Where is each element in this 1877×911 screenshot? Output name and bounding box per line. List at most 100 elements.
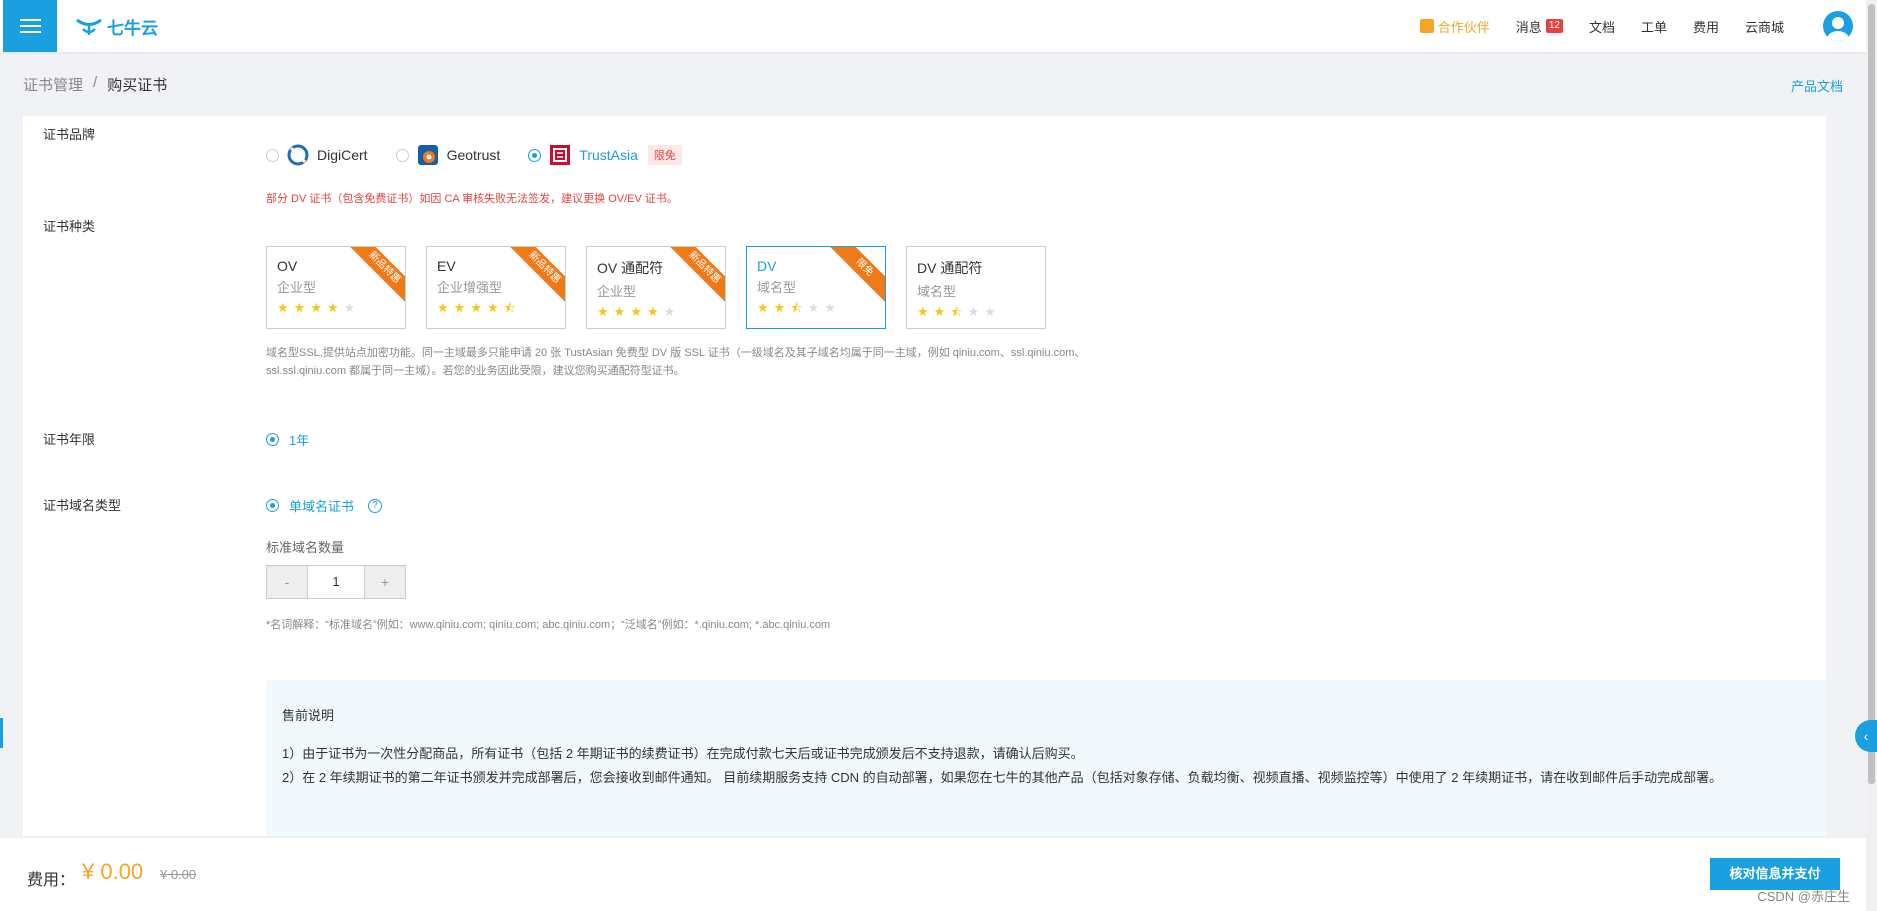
brand-warning: 部分 DV 证书（包含免费证书）如因 CA 审核失败无法签发，建议更换 OV/E… bbox=[266, 193, 678, 205]
fee-original: ¥ 0.00 bbox=[160, 867, 197, 882]
star-full-icon: ★ bbox=[310, 300, 322, 315]
nav-ticket[interactable]: 工单 bbox=[1628, 17, 1680, 36]
domain-qty-label: 标准域名数量 bbox=[266, 540, 345, 555]
star-full-icon: ★ bbox=[293, 300, 306, 315]
star-full-icon: ★ bbox=[933, 304, 946, 319]
brand-name-geotrust: Geotrust bbox=[446, 147, 501, 163]
star-full-icon: ★ bbox=[277, 300, 289, 315]
radio-selected[interactable] bbox=[266, 433, 279, 446]
fee-label: 费用： bbox=[27, 872, 76, 889]
message-count-badge: 12 bbox=[1545, 19, 1563, 33]
cert-type-name: DV 通配符 bbox=[917, 260, 983, 276]
nav-partner[interactable]: 合作伙伴 bbox=[1407, 17, 1503, 36]
scrollbar[interactable] bbox=[1866, 0, 1877, 911]
brand-option-geotrust[interactable]: Geotrust bbox=[395, 144, 501, 166]
star-full-icon: ★ bbox=[470, 300, 482, 315]
purchase-form-card: 证书品牌 DigiCert Geotrust TrustAsia 限免 部分 D… bbox=[23, 116, 1826, 836]
cert-type-ov[interactable]: OV 企业型 ★ ★ ★ ★ ★ 新品特惠 bbox=[266, 246, 406, 329]
rating-stars: ★ ★ ★ ★ ⯪ bbox=[437, 301, 555, 314]
star-empty-icon: ★ bbox=[967, 304, 980, 319]
brand-name-trustasia: TrustAsia bbox=[579, 147, 638, 163]
nav-partner-label: 合作伙伴 bbox=[1437, 19, 1490, 35]
nav-billing[interactable]: 费用 bbox=[1680, 17, 1732, 36]
rating-stars: ★ ★ ⯪ ★ ★ bbox=[917, 305, 1035, 318]
domain-type-label: 证书域名类型 bbox=[43, 498, 122, 513]
star-full-icon: ★ bbox=[437, 300, 449, 315]
cert-type-options: OV 企业型 ★ ★ ★ ★ ★ 新品特惠 EV 企业增强型 ★ ★ ★ ★ ⯪ 新品特惠 OV… bbox=[266, 246, 1046, 329]
domain-type-value: 单域名证书 bbox=[289, 499, 355, 514]
radio-selected[interactable] bbox=[528, 148, 542, 162]
decrement-button[interactable]: - bbox=[267, 566, 307, 598]
brand-option-digicert[interactable]: DigiCert bbox=[266, 144, 368, 166]
cert-type-ev[interactable]: EV 企业增强型 ★ ★ ★ ★ ⯪ 新品特惠 bbox=[426, 246, 566, 329]
cert-type-dv[interactable]: DV 域名型 ★ ★ ⯪ ★ ★ 限免 bbox=[746, 246, 886, 329]
year-option[interactable]: 1年 bbox=[266, 430, 309, 449]
radio[interactable] bbox=[266, 148, 279, 162]
rating-stars: ★ ★ ★ ★ ★ bbox=[277, 301, 395, 314]
rating-stars: ★ ★ ★ ★ ★ bbox=[597, 305, 715, 318]
radio[interactable] bbox=[395, 148, 409, 162]
domain-type-option[interactable]: 单域名证书 ? bbox=[266, 496, 383, 515]
cert-type-sub: 域名型 bbox=[757, 280, 797, 295]
top-nav: 七牛云 合作伙伴 消息 12 文档 工单 费用 云商城 bbox=[0, 0, 1877, 52]
cert-type-description: 域名型SSL,提供站点加密功能。同一主域最多只能申请 20 张 TustAsia… bbox=[266, 347, 1086, 377]
year-value: 1年 bbox=[289, 433, 310, 448]
cert-type-ov-wildcard[interactable]: OV 通配符 企业型 ★ ★ ★ ★ ★ 新品特惠 bbox=[586, 246, 726, 329]
star-half-icon: ⯪ bbox=[503, 300, 516, 315]
watermark: CSDN @赤庄生 bbox=[1757, 889, 1850, 904]
product-docs-link[interactable]: 产品文档 bbox=[1791, 76, 1843, 95]
star-empty-icon: ★ bbox=[807, 300, 820, 315]
brand-name: 七牛云 bbox=[107, 19, 158, 38]
brand-label: 证书品牌 bbox=[43, 127, 96, 142]
qiniu-logo-icon bbox=[76, 18, 102, 35]
star-full-icon: ★ bbox=[917, 304, 929, 319]
brand-name-digicert: DigiCert bbox=[317, 147, 368, 163]
avatar[interactable] bbox=[1823, 11, 1853, 41]
nav-docs[interactable]: 文档 bbox=[1576, 17, 1628, 36]
fee-value: ¥ 0.00 bbox=[82, 859, 144, 884]
presale-title: 售前说明 bbox=[282, 708, 335, 723]
logo[interactable]: 七牛云 bbox=[75, 14, 158, 39]
digicert-logo-icon bbox=[287, 144, 309, 166]
qty-input[interactable]: 1 bbox=[307, 566, 365, 598]
cert-type-dv-wildcard[interactable]: DV 通配符 域名型 ★ ★ ⯪ ★ ★ bbox=[906, 246, 1046, 329]
nav-messages-label: 消息 bbox=[1515, 19, 1542, 35]
gift-icon bbox=[1419, 19, 1434, 33]
nav-messages[interactable]: 消息 12 bbox=[1503, 17, 1576, 36]
type-label: 证书种类 bbox=[43, 219, 96, 234]
checkout-bar: 费用： ¥ 0.00 ¥ 0.00 核对信息并支付 CSDN @赤庄生 bbox=[0, 837, 1866, 911]
star-full-icon: ★ bbox=[630, 304, 642, 319]
star-half-icon: ⯪ bbox=[950, 304, 963, 319]
brand-option-trustasia[interactable]: TrustAsia 限免 bbox=[528, 144, 682, 166]
breadcrumb-parent[interactable]: 证书管理 bbox=[23, 74, 83, 95]
presale-notice: 售前说明 1）由于证书为一次性分配商品，所有证书（包括 2 年期证书的续费证书）… bbox=[266, 680, 1826, 836]
domain-qty-stepper: - 1 + bbox=[266, 565, 406, 599]
cert-type-sub: 企业增强型 bbox=[437, 280, 503, 295]
trustasia-logo-icon bbox=[550, 145, 571, 165]
free-tag: 限免 bbox=[647, 145, 682, 165]
radio-selected[interactable] bbox=[266, 499, 279, 512]
left-edge-marker bbox=[0, 718, 3, 748]
scrollbar-thumb[interactable] bbox=[1868, 4, 1875, 784]
menu-icon[interactable] bbox=[3, 0, 57, 52]
help-icon[interactable]: ? bbox=[368, 498, 383, 513]
star-full-icon: ★ bbox=[453, 300, 466, 315]
star-empty-icon: ★ bbox=[343, 300, 356, 315]
breadcrumb-separator: / bbox=[93, 74, 98, 91]
collapse-chevron-icon[interactable]: ‹ bbox=[1855, 720, 1877, 752]
nav-market[interactable]: 云商城 bbox=[1732, 17, 1797, 36]
star-empty-icon: ★ bbox=[824, 300, 836, 315]
cert-type-sub: 域名型 bbox=[917, 284, 957, 299]
star-full-icon: ★ bbox=[597, 304, 609, 319]
star-full-icon: ★ bbox=[326, 300, 339, 315]
glossary-note: *名词解释：“标准域名”例如：www.qiniu.com; qiniu.com;… bbox=[266, 619, 831, 631]
star-full-icon: ★ bbox=[773, 300, 786, 315]
star-full-icon: ★ bbox=[646, 304, 659, 319]
year-label: 证书年限 bbox=[43, 432, 96, 447]
breadcrumb-current: 购买证书 bbox=[107, 77, 168, 94]
brand-options: DigiCert Geotrust TrustAsia 限免 bbox=[266, 144, 710, 166]
increment-button[interactable]: + bbox=[365, 566, 405, 598]
star-empty-icon: ★ bbox=[984, 304, 996, 319]
presale-item: 2）在 2 年续期证书的第二年证书颁发并完成部署后，您会接收到邮件通知。 目前续… bbox=[282, 770, 1723, 785]
star-half-icon: ⯪ bbox=[790, 300, 803, 315]
